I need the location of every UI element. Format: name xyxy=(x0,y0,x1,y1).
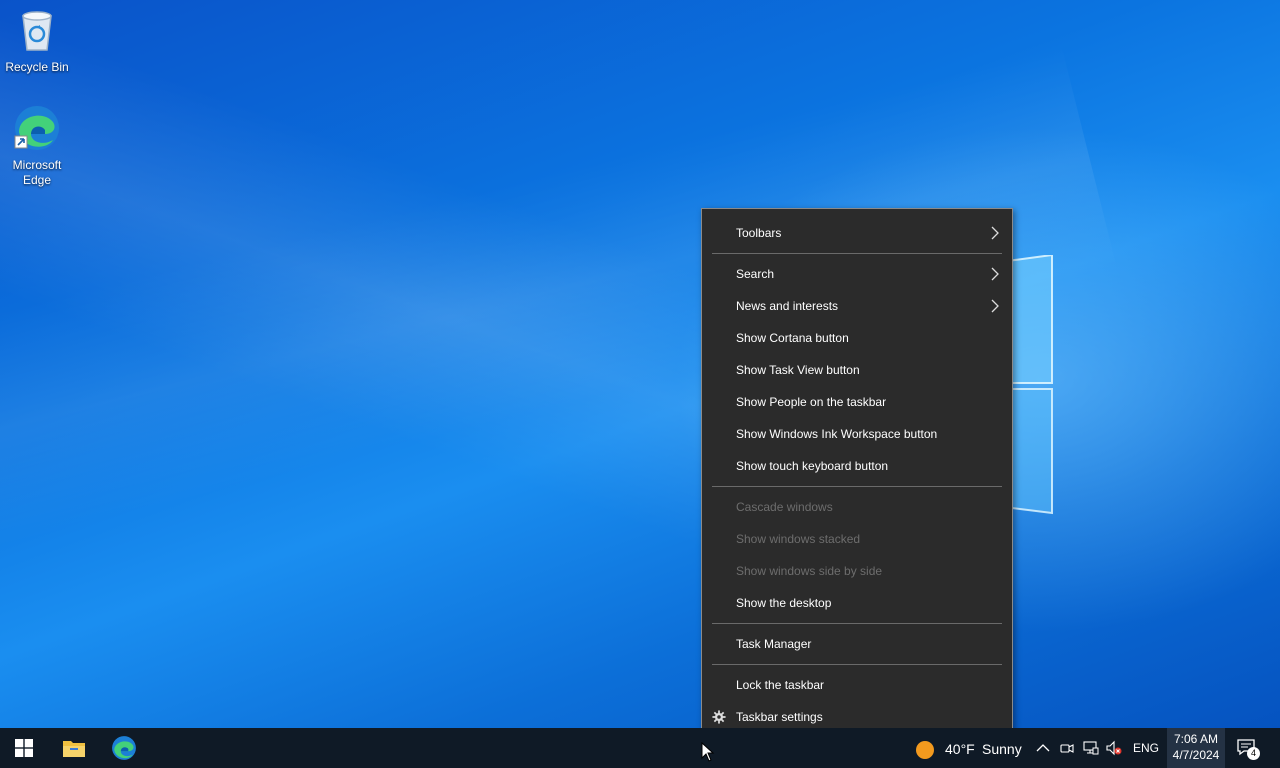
gear-icon xyxy=(712,710,726,724)
menu-item-label: News and interests xyxy=(736,299,839,313)
menu-item-label: Toolbars xyxy=(736,226,782,240)
desktop-icon-microsoft-edge[interactable]: Microsoft Edge xyxy=(0,104,74,188)
edge-icon xyxy=(112,736,136,760)
menu-separator xyxy=(712,623,1002,624)
mouse-cursor-icon xyxy=(701,742,715,762)
menu-item-news-and-interests[interactable]: News and interests xyxy=(702,290,1012,322)
menu-item-task-manager[interactable]: Task Manager xyxy=(702,628,1012,660)
chevron-right-icon xyxy=(991,267,999,281)
clock[interactable]: 7:06 AM 4/7/2024 xyxy=(1167,728,1225,768)
chevron-right-icon xyxy=(991,226,999,240)
recycle-bin-icon xyxy=(22,11,52,51)
menu-item-label: Lock the taskbar xyxy=(736,678,825,692)
menu-item-label: Show People on the taskbar xyxy=(736,395,887,409)
menu-item-lock-the-taskbar[interactable]: Lock the taskbar xyxy=(702,669,1012,701)
sun-icon[interactable] xyxy=(915,740,935,760)
menu-item-show-touch-keyboard[interactable]: Show touch keyboard button xyxy=(702,450,1012,482)
weather-condition[interactable]: Sunny xyxy=(982,741,1022,757)
menu-item-show-cortana-button[interactable]: Show Cortana button xyxy=(702,322,1012,354)
taskbar-file-explorer-button[interactable] xyxy=(50,728,98,768)
menu-item-label: Show the desktop xyxy=(736,596,832,610)
menu-item-show-the-desktop[interactable]: Show the desktop xyxy=(702,587,1012,619)
action-center-button[interactable]: 4 xyxy=(1236,738,1260,760)
volume-muted-icon[interactable] xyxy=(1106,740,1122,756)
clock-date: 4/7/2024 xyxy=(1172,748,1220,762)
windows-start-icon xyxy=(15,739,33,757)
start-button[interactable] xyxy=(0,728,48,768)
menu-item-search[interactable]: Search xyxy=(702,258,1012,290)
menu-separator xyxy=(712,486,1002,487)
menu-item-cascade-windows: Cascade windows xyxy=(702,491,1012,523)
menu-separator xyxy=(712,664,1002,665)
weather-temperature[interactable]: 40°F xyxy=(945,741,975,757)
menu-separator xyxy=(712,253,1002,254)
language-indicator[interactable]: ENG xyxy=(1133,741,1159,755)
clock-time: 7:06 AM xyxy=(1173,732,1219,746)
menu-item-label: Show Windows Ink Workspace button xyxy=(736,427,938,441)
meet-now-icon[interactable] xyxy=(1059,740,1075,756)
menu-item-label: Show touch keyboard button xyxy=(736,459,889,473)
desktop-icon-recycle-bin[interactable]: Recycle Bin xyxy=(0,6,74,75)
chevron-right-icon xyxy=(991,299,999,313)
edge-icon xyxy=(14,106,59,150)
menu-item-show-windows-stacked: Show windows stacked xyxy=(702,523,1012,555)
menu-item-label: Show Task View button xyxy=(736,363,860,377)
menu-item-show-people[interactable]: Show People on the taskbar xyxy=(702,386,1012,418)
menu-item-label: Cascade windows xyxy=(736,500,833,514)
menu-item-label: Task Manager xyxy=(736,637,812,651)
menu-item-label: Search xyxy=(736,267,775,281)
menu-item-show-ink-workspace[interactable]: Show Windows Ink Workspace button xyxy=(702,418,1012,450)
menu-item-show-windows-side-by-side: Show windows side by side xyxy=(702,555,1012,587)
chevron-up-icon[interactable] xyxy=(1035,740,1051,756)
taskbar[interactable]: 40°F Sunny ENG 7:06 AM 4/7/2024 4 xyxy=(0,728,1280,768)
desktop[interactable]: Recycle Bin Microsoft Edge xyxy=(0,0,1280,728)
network-icon[interactable] xyxy=(1083,740,1099,756)
desktop-icon-label: Recycle Bin xyxy=(5,60,69,74)
menu-item-label: Show windows side by side xyxy=(736,564,883,578)
folder-icon xyxy=(63,741,85,757)
menu-item-label: Taskbar settings xyxy=(736,710,823,724)
menu-item-label: Show windows stacked xyxy=(736,532,861,546)
menu-item-toolbars[interactable]: Toolbars xyxy=(702,217,1012,249)
desktop-icon-label: Microsoft Edge xyxy=(12,158,62,187)
menu-item-label: Show Cortana button xyxy=(736,331,849,345)
menu-item-show-task-view-button[interactable]: Show Task View button xyxy=(702,354,1012,386)
taskbar-edge-button[interactable] xyxy=(100,728,148,768)
notification-count-badge: 4 xyxy=(1247,747,1260,760)
taskbar-context-menu: Toolbars Search News and interests Show … xyxy=(701,208,1013,740)
